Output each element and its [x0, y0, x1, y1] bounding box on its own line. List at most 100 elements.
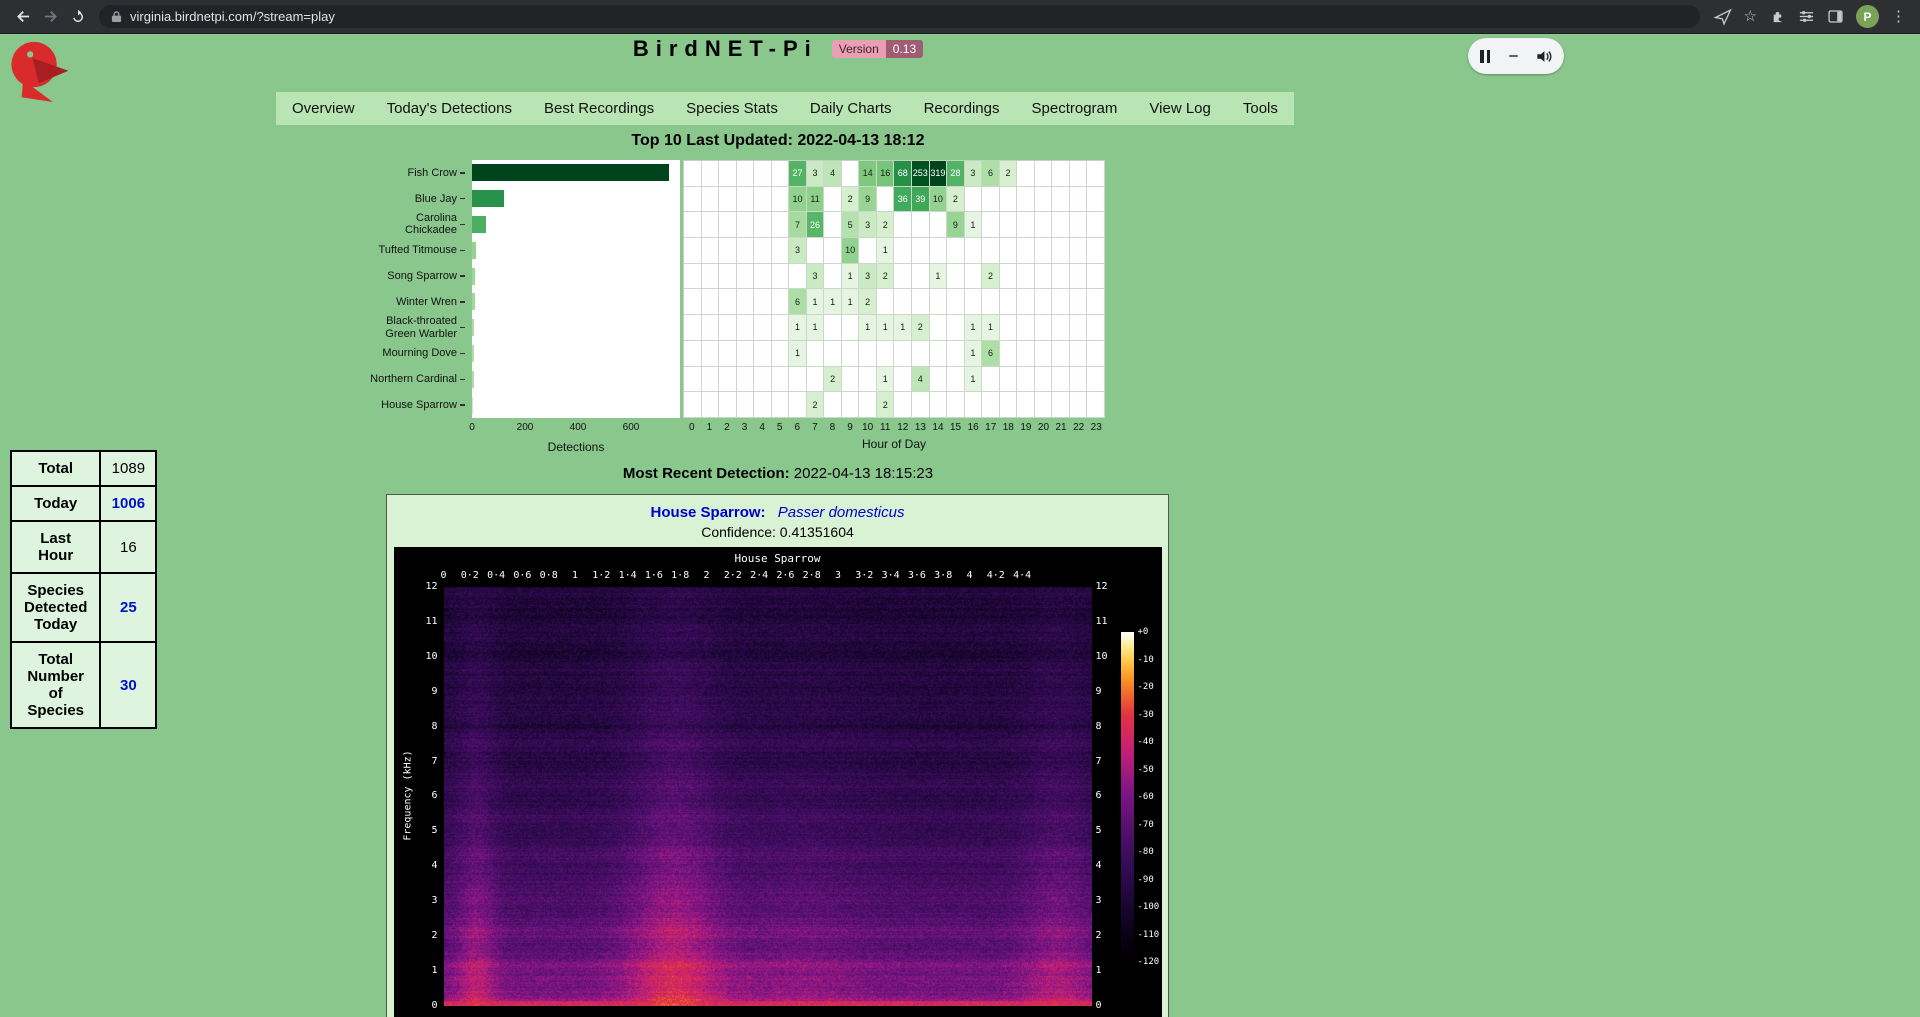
side-panel-icon[interactable]: [1827, 8, 1844, 25]
stats-label-today: Today: [11, 486, 100, 521]
heatmap-cell: [930, 289, 948, 315]
heatmap-cell: [754, 212, 772, 238]
heatmap-cell: [859, 238, 877, 264]
heatmap-cell: 1: [894, 315, 912, 341]
nav-item-today-s-detections[interactable]: Today's Detections: [381, 100, 518, 117]
heatmap-cell: 39: [912, 187, 930, 213]
sg-time-tick: 2·8: [803, 570, 821, 581]
browser-address-bar[interactable]: virginia.birdnetpi.com/?stream=play: [99, 5, 1700, 28]
heatmap-cell: [1087, 238, 1105, 264]
heatmap-cell: [824, 341, 842, 367]
species-scientific-link[interactable]: Passer domesticus: [778, 504, 905, 521]
heatmap-cell: [1017, 367, 1035, 393]
species-common-link[interactable]: House Sparrow:: [651, 504, 766, 521]
heatmap-cell: [877, 341, 895, 367]
nav-item-best-recordings[interactable]: Best Recordings: [538, 100, 660, 117]
axis-tick-mark: [460, 172, 465, 174]
hour-tick: 20: [1038, 422, 1049, 433]
hour-tick: 19: [1020, 422, 1031, 433]
heatmap-cell: 1: [982, 315, 1000, 341]
heatmap-cell: [807, 238, 825, 264]
heatmap-cell: [947, 289, 965, 315]
heatmap-cell: 2: [877, 212, 895, 238]
heatmap-cell: [1000, 264, 1018, 290]
spectrogram-canvas: [444, 587, 1092, 1006]
heatmap-cell: [719, 212, 737, 238]
heatmap-cell: [684, 315, 702, 341]
heatmap-cell: [684, 289, 702, 315]
heatmap-cell: [1000, 238, 1018, 264]
extensions-puzzle-icon[interactable]: [1769, 8, 1786, 25]
heatmap-cell: 1: [789, 341, 807, 367]
hour-tick: 18: [1003, 422, 1014, 433]
sg-time-tick: 1·4: [619, 570, 637, 581]
sg-db-tick: -10: [1138, 655, 1154, 665]
heatmap-cell: [702, 367, 720, 393]
heatmap-cell: [1035, 367, 1053, 393]
species-label-blue-jay: Blue Jay: [365, 186, 465, 212]
spectrogram-image: House Sparrow Frequency (kHz) 00·20·40·6…: [394, 547, 1162, 1017]
nav-item-view-log[interactable]: View Log: [1143, 100, 1216, 117]
sg-freq-tick-right: 0: [1096, 1000, 1102, 1011]
forward-arrow-icon: [42, 8, 59, 25]
axis-tick-mark: [460, 301, 465, 303]
heatmap-cell: [859, 392, 877, 418]
heatmap-x-axis-label: Hour of Day: [862, 437, 926, 451]
stats-value-species-detected-today[interactable]: 25: [100, 573, 156, 642]
send-icon[interactable]: [1714, 8, 1732, 26]
browser-menu-icon[interactable]: ⋮: [1891, 9, 1906, 24]
nav-item-spectrogram[interactable]: Spectrogram: [1026, 100, 1124, 117]
heatmap-cell: [1087, 392, 1105, 418]
bookmark-star-icon[interactable]: ☆: [1744, 9, 1757, 24]
heatmap-cell: [982, 289, 1000, 315]
sg-time-tick: 4: [966, 570, 972, 581]
nav-item-daily-charts[interactable]: Daily Charts: [804, 100, 898, 117]
bar-x-tick: 200: [517, 422, 534, 433]
heatmap-cell: 3: [807, 161, 825, 187]
sg-freq-tick-right: 11: [1096, 616, 1108, 627]
profile-avatar[interactable]: P: [1856, 5, 1879, 28]
stats-value-today[interactable]: 1006: [100, 486, 156, 521]
nav-item-recordings[interactable]: Recordings: [918, 100, 1006, 117]
species-label-northern-cardinal: Northern Cardinal: [365, 366, 465, 392]
heatmap-cell: [772, 187, 790, 213]
heatmap-cell: [1070, 392, 1088, 418]
heatmap-cell: [1070, 315, 1088, 341]
heatmap-cell: [1052, 315, 1070, 341]
hour-tick: 14: [932, 422, 943, 433]
heatmap-cell: [1035, 341, 1053, 367]
sg-freq-tick-left: 0: [394, 1000, 438, 1011]
heatmap-cell: [1070, 187, 1088, 213]
pause-icon[interactable]: [1480, 50, 1490, 63]
version-label: Version: [832, 40, 886, 58]
spectrogram-title: House Sparrow: [394, 552, 1162, 565]
heatmap-cell: 1: [965, 212, 983, 238]
main-nav: Overview Today's Detections Best Recording…: [276, 92, 1294, 125]
browser-back-button[interactable]: [10, 3, 37, 30]
volume-icon[interactable]: [1536, 49, 1552, 64]
bar-fish-crow: [472, 164, 669, 181]
sg-time-tick: 4·2: [987, 570, 1005, 581]
bar-house-sparrow: [472, 397, 473, 414]
audio-player[interactable]: [1468, 38, 1564, 74]
heatmap-cell: [1070, 212, 1088, 238]
seek-bar[interactable]: [1509, 55, 1518, 57]
nav-item-overview[interactable]: Overview: [286, 100, 361, 117]
extension-controls-icon[interactable]: [1798, 8, 1815, 25]
sg-time-tick: 1: [572, 570, 578, 581]
heatmap-cell: [754, 341, 772, 367]
browser-reload-button[interactable]: [64, 3, 91, 30]
browser-forward-button[interactable]: [37, 3, 64, 30]
heatmap-cell: [772, 161, 790, 187]
heatmap-cell: 1: [789, 315, 807, 341]
nav-item-species-stats[interactable]: Species Stats: [680, 100, 784, 117]
heatmap-cell: [1052, 289, 1070, 315]
heatmap-cell: [737, 264, 755, 290]
heatmap-cell: [719, 264, 737, 290]
top10-chart: Fish CrowBlue JayCarolina ChickadeeTufte…: [365, 157, 1113, 462]
sg-freq-tick-right: 10: [1096, 651, 1108, 662]
bar-northern-cardinal: [472, 371, 474, 388]
heatmap-cell: [772, 341, 790, 367]
stats-value-total-number-of-species[interactable]: 30: [100, 642, 156, 728]
nav-item-tools[interactable]: Tools: [1237, 100, 1284, 117]
